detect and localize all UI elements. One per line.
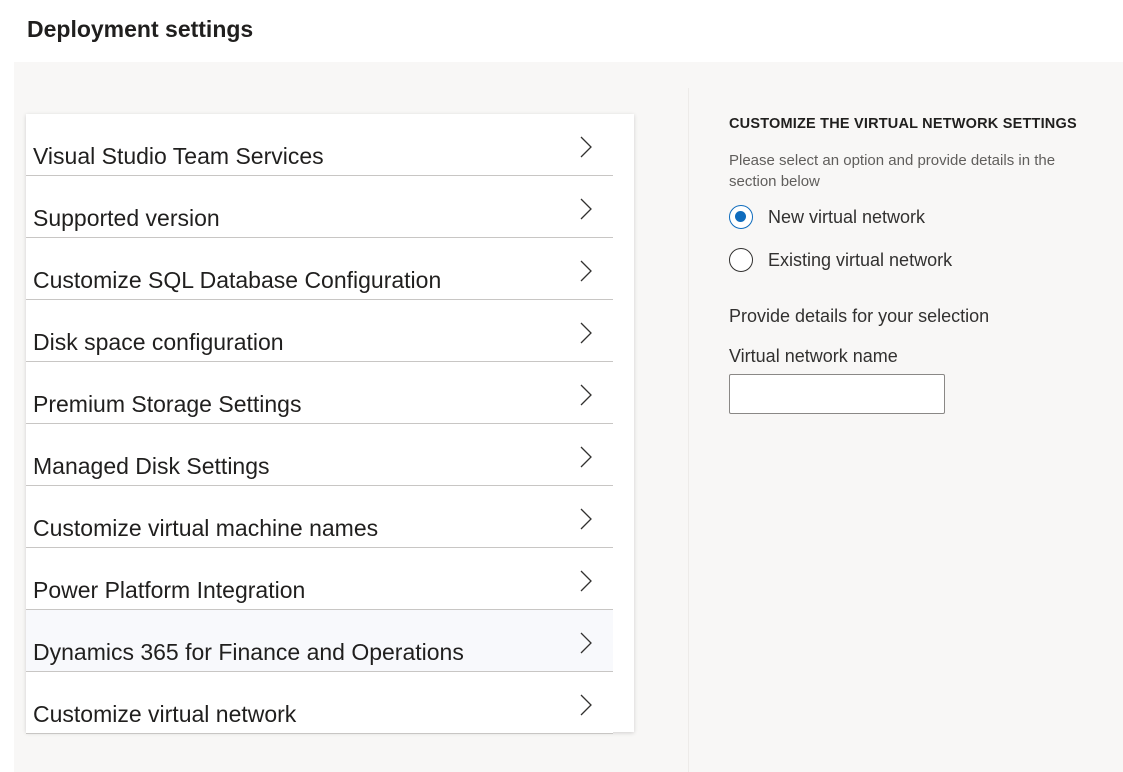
settings-item-power-platform-integration[interactable]: Power Platform Integration [26, 548, 613, 610]
panel-description: Please select an option and provide deta… [729, 152, 1056, 190]
radio-existing-virtual-network[interactable]: Existing virtual network [729, 246, 952, 274]
chevron-right-icon [580, 446, 592, 468]
settings-item-customize-virtual-machine-names[interactable]: Customize virtual machine names [26, 486, 613, 548]
radio-new-virtual-network[interactable]: New virtual network [729, 203, 925, 231]
settings-item-premium-storage-settings[interactable]: Premium Storage Settings [26, 362, 613, 424]
settings-item-label: Managed Disk Settings [33, 453, 270, 479]
chevron-right-icon [580, 508, 592, 530]
chevron-right-icon [580, 384, 592, 406]
panel-heading: CUSTOMIZE THE VIRTUAL NETWORK SETTINGS [729, 116, 1077, 132]
settings-item-customize-virtual-network[interactable]: Customize virtual network [26, 672, 613, 734]
settings-list: Visual Studio Team Services Supported ve… [26, 114, 634, 734]
radio-label: New virtual network [768, 206, 926, 227]
chevron-right-icon [580, 198, 592, 220]
chevron-right-icon [580, 260, 592, 282]
settings-item-label: Visual Studio Team Services [33, 143, 324, 169]
settings-item-label: Power Platform Integration [33, 577, 306, 603]
settings-item-label: Disk space configuration [33, 329, 284, 355]
settings-item-label: Premium Storage Settings [33, 391, 302, 417]
chevron-right-icon [580, 322, 592, 344]
radio-unselected-icon[interactable] [729, 248, 753, 272]
vertical-divider [688, 88, 689, 772]
settings-item-visual-studio-team-services[interactable]: Visual Studio Team Services [26, 114, 613, 176]
chevron-right-icon [580, 694, 592, 716]
virtual-network-panel: CUSTOMIZE THE VIRTUAL NETWORK SETTINGS P… [729, 62, 1119, 772]
settings-item-label: Supported version [33, 205, 220, 231]
settings-item-label: Customize virtual network [33, 701, 297, 727]
settings-item-supported-version[interactable]: Supported version [26, 176, 613, 238]
settings-item-managed-disk-settings[interactable]: Managed Disk Settings [26, 424, 613, 486]
content-area: Visual Studio Team Services Supported ve… [14, 62, 1123, 772]
details-label: Provide details for your selection [729, 306, 990, 326]
virtual-network-name-label: Virtual network name [729, 346, 898, 366]
settings-item-label: Dynamics 365 for Finance and Operations [33, 639, 464, 665]
settings-item-customize-sql-database-configuration[interactable]: Customize SQL Database Configuration [26, 238, 613, 300]
radio-label: Existing virtual network [768, 249, 953, 270]
settings-item-label: Customize SQL Database Configuration [33, 267, 442, 293]
chevron-right-icon [580, 570, 592, 592]
virtual-network-name-input[interactable] [729, 374, 945, 414]
settings-item-dynamics-365-finance-operations[interactable]: Dynamics 365 for Finance and Operations [26, 610, 613, 672]
chevron-right-icon [580, 632, 592, 654]
chevron-right-icon [580, 136, 592, 158]
settings-item-disk-space-configuration[interactable]: Disk space configuration [26, 300, 613, 362]
page-title: Deployment settings [27, 16, 254, 42]
settings-item-label: Customize virtual machine names [33, 515, 379, 541]
radio-selected-icon[interactable] [729, 205, 753, 229]
